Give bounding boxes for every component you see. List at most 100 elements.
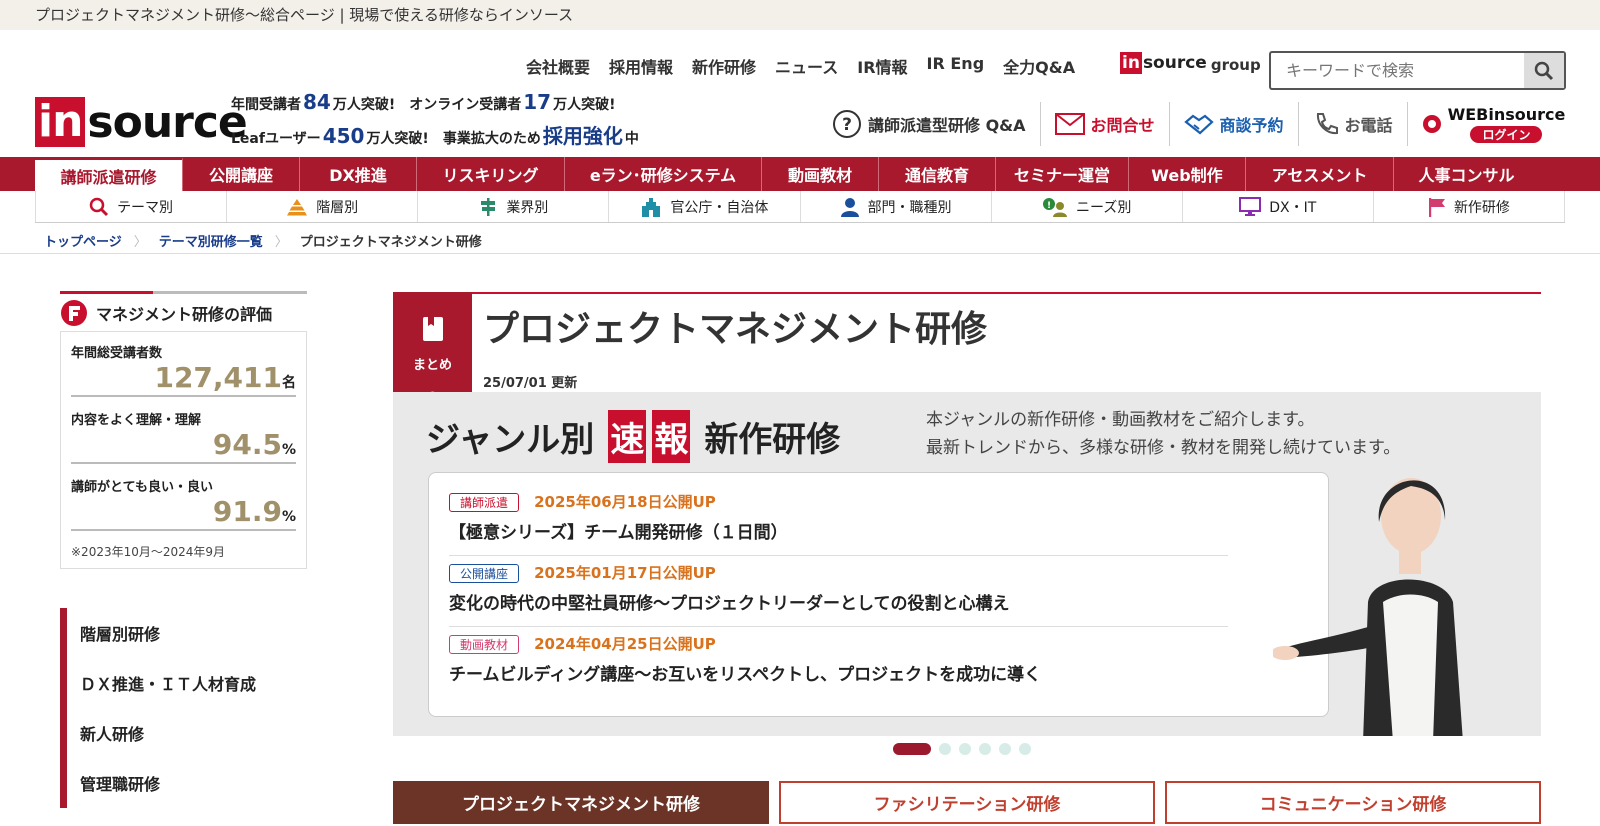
login-badge[interactable]: ログイン	[1470, 126, 1543, 143]
banner-heading: ジャンル別 速 報 新作研修	[426, 410, 840, 463]
book-icon	[422, 316, 444, 346]
related-training-tabs: プロジェクトマネジメント研修 ファシリテーション研修 コミュニケーション研修	[393, 781, 1541, 824]
main-nav-seminar[interactable]: セミナー運営	[996, 157, 1129, 191]
insource-logo[interactable]: in source	[35, 97, 248, 148]
new-training-list: 講師派遣 2025年06月18日公開UP 【極意シリーズ】チーム開発研修（１日間…	[428, 472, 1329, 717]
chevron-right-icon: 〉	[133, 235, 147, 250]
handshake-icon	[1183, 112, 1214, 136]
chevron-right-icon: 〉	[274, 235, 288, 250]
breadcrumb-theme[interactable]: テーマ別研修一覧	[159, 231, 263, 250]
eval-label: 年間総受講者数	[71, 346, 163, 361]
new-training-banner[interactable]: ジャンル別 速 報 新作研修 本ジャンルの新作研修・動画教材をご紹介します。 最…	[393, 392, 1541, 736]
main-nav-video[interactable]: 動画教材	[762, 157, 879, 191]
search-button[interactable]	[1524, 53, 1564, 88]
breadcrumb: トップページ 〉 テーマ別研修一覧 〉 プロジェクトマネジメント研修	[0, 228, 1600, 254]
contact-link[interactable]: お問合せ	[1041, 102, 1170, 146]
page-tab-title: プロジェクトマネジメント研修～総合ページ | 現場で使える研修ならインソース	[35, 6, 574, 24]
top-nav: 会社概要 採用情報 新作研修 ニュース IR情報 IR Eng 全力Q&A	[526, 54, 1094, 78]
flag-icon	[1428, 197, 1446, 217]
main-nav-elearning[interactable]: eラン･研修システム	[565, 157, 762, 191]
search-icon	[1534, 61, 1554, 80]
main-nav-hr-consulting[interactable]: 人事コンサル	[1394, 157, 1539, 191]
evaluation-panel: マネジメント研修の評価 年間総受講者数 127,411名 内容をよく理解・理解 …	[60, 291, 307, 569]
sub-nav-government[interactable]: 官公庁・自治体	[608, 191, 799, 222]
carousel-dot[interactable]	[1019, 743, 1031, 755]
question-icon: ?	[832, 109, 862, 139]
top-nav-news[interactable]: ニュース	[775, 54, 838, 78]
carousel-dot-active[interactable]	[893, 743, 931, 755]
tab-facilitation[interactable]: ファシリテーション研修	[779, 781, 1155, 824]
sub-nav-theme[interactable]: テーマ別	[35, 191, 226, 222]
main-nav-web[interactable]: Web制作	[1129, 157, 1246, 191]
main-nav-public[interactable]: 公開講座	[183, 157, 300, 191]
training-title: 【極意シリーズ】チーム開発研修（１日間）	[449, 523, 788, 543]
insource-f-icon	[60, 299, 88, 327]
main-nav-assessment[interactable]: アセスメント	[1246, 157, 1394, 191]
updated-date: 25/07/01 更新	[483, 376, 578, 391]
publish-date: 2025年01月17日公開UP	[534, 564, 716, 582]
side-menu-item[interactable]: ＤＸ推進・ＩＴ人材育成	[60, 658, 307, 708]
sub-nav-level[interactable]: 階層別	[226, 191, 417, 222]
top-nav-ir-eng[interactable]: IR Eng	[927, 54, 985, 78]
breadcrumb-home[interactable]: トップページ	[44, 231, 122, 250]
side-menu-item[interactable]: 階層別研修	[60, 608, 307, 658]
meeting-booking-link[interactable]: 商談予約	[1170, 102, 1299, 146]
pyramid-icon	[286, 198, 308, 216]
top-nav-ir[interactable]: IR情報	[857, 54, 907, 78]
main-nav-correspondence[interactable]: 通信教育	[879, 157, 996, 191]
phone-icon	[1313, 111, 1339, 137]
side-menu-item[interactable]: 新人研修	[60, 708, 307, 758]
search-icon	[89, 197, 109, 217]
list-item[interactable]: 公開講座 2025年01月17日公開UP 変化の時代の中堅社員研修～プロジェクト…	[449, 556, 1228, 627]
government-icon	[640, 197, 662, 217]
summary-badge: まとめ	[393, 292, 472, 398]
top-nav-qa[interactable]: 全力Q&A	[1003, 54, 1075, 78]
page-title: プロジェクトマネジメント研修	[483, 309, 988, 350]
carousel-dot[interactable]	[979, 743, 991, 755]
qa-link[interactable]: ? 講師派遣型研修 Q&A	[832, 102, 1041, 146]
main-nav-dispatch[interactable]: 講師派遣研修	[35, 157, 183, 191]
tab-communication[interactable]: コミュニケーション研修	[1165, 781, 1541, 824]
carousel-dot[interactable]	[959, 743, 971, 755]
list-item[interactable]: 動画教材 2024年04月25日公開UP チームビルディング講座～お互いをリスペ…	[449, 627, 1228, 698]
top-nav-new-training[interactable]: 新作研修	[692, 54, 756, 78]
category-tag: 公開講座	[449, 564, 520, 583]
webinsource-login[interactable]: WEBinsource ログイン	[1408, 102, 1580, 146]
page-header: まとめ プロジェクトマネジメント研修 25/07/01 更新	[393, 292, 1541, 398]
main-nav: 講師派遣研修 公開講座 DX推進 リスキリング eラン･研修システム 動画教材 …	[0, 157, 1600, 191]
eval-value: 91.9	[212, 495, 282, 528]
header-actions: ? 講師派遣型研修 Q&A お問合せ 商談予約 お電話 WEBinsource …	[832, 102, 1579, 146]
sub-nav-industry[interactable]: 業界別	[417, 191, 608, 222]
publish-date: 2024年04月25日公開UP	[534, 635, 716, 653]
signpost-icon	[478, 197, 498, 217]
mail-icon	[1054, 113, 1085, 135]
svg-text:!: !	[1047, 201, 1051, 211]
sub-nav-new[interactable]: 新作研修	[1372, 191, 1565, 222]
side-menu: 階層別研修 ＤＸ推進・ＩＴ人材育成 新人研修 管理職研修	[60, 608, 307, 808]
carousel-dot[interactable]	[939, 743, 951, 755]
main-nav-reskilling[interactable]: リスキリング	[417, 157, 565, 191]
sub-nav-dx-it[interactable]: DX・IT	[1181, 191, 1373, 222]
category-tag: 講師派遣	[449, 493, 520, 512]
list-item[interactable]: 講師派遣 2025年06月18日公開UP 【極意シリーズ】チーム開発研修（１日間…	[449, 485, 1228, 556]
main-nav-dx[interactable]: DX推進	[300, 157, 417, 191]
needs-icon: !	[1042, 197, 1068, 217]
eval-value: 127,411	[154, 361, 282, 394]
monitor-icon	[1239, 196, 1262, 217]
side-menu-item[interactable]: 管理職研修	[60, 758, 307, 808]
breadcrumb-current: プロジェクトマネジメント研修	[299, 235, 482, 250]
carousel-indicator	[893, 743, 1031, 755]
insource-group-logo[interactable]: in source group	[1120, 52, 1261, 74]
tab-project-management[interactable]: プロジェクトマネジメント研修	[393, 781, 769, 824]
top-nav-company[interactable]: 会社概要	[526, 54, 590, 78]
carousel-dot[interactable]	[999, 743, 1011, 755]
sub-nav-needs[interactable]: ! ニーズ別	[990, 191, 1182, 222]
sub-nav-department[interactable]: 部門・職種別	[799, 191, 991, 222]
search-box	[1269, 51, 1566, 90]
training-title: チームビルディング講座～お互いをリスペクトし、プロジェクトを成功に導く	[449, 665, 1042, 685]
evaluation-title: マネジメント研修の評価	[60, 291, 307, 331]
person-icon	[840, 197, 860, 217]
search-input[interactable]	[1271, 53, 1524, 88]
top-nav-recruit[interactable]: 採用情報	[609, 54, 673, 78]
phone-link[interactable]: お電話	[1299, 102, 1408, 146]
